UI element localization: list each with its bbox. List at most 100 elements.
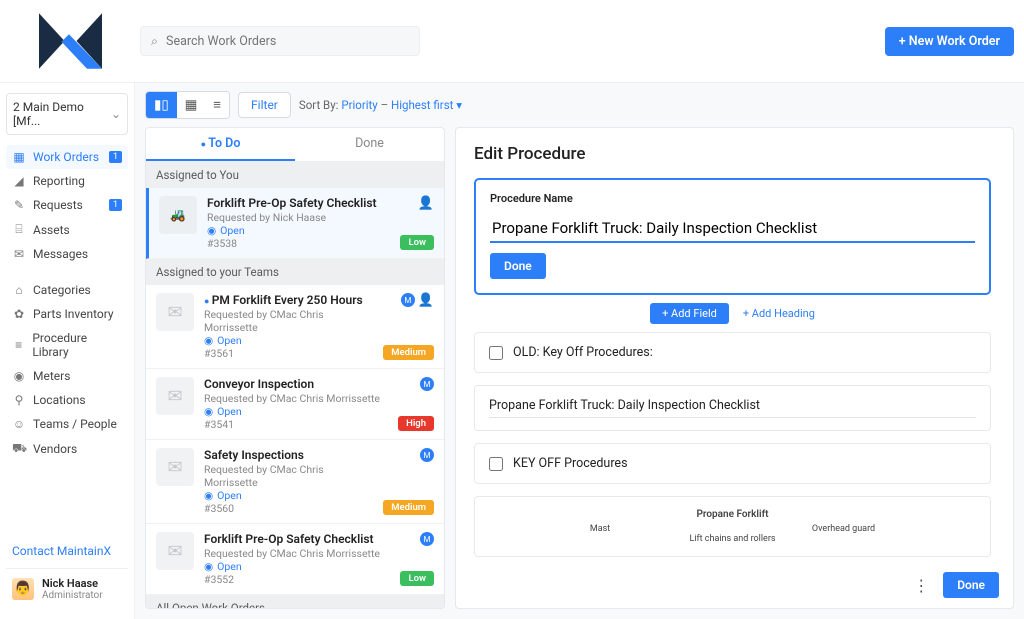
priority-pill: High — [398, 416, 434, 431]
priority-pill: Medium — [383, 500, 434, 515]
badge-icon: M — [420, 448, 434, 462]
card-thumb: ✉ — [156, 532, 194, 570]
tab-done[interactable]: Done — [295, 128, 444, 161]
work-order-card[interactable]: 🚜 Forklift Pre-Op Safety Checklist Reque… — [146, 188, 444, 259]
procedure-step[interactable]: OLD: Key Off Procedures: — [474, 332, 991, 373]
section-header: Assigned to your Teams — [146, 259, 444, 285]
sidebar-item-work-orders[interactable]: ▦Work Orders1 — [6, 145, 128, 169]
card-number: #3552 — [204, 573, 390, 586]
procedure-name-box: Procedure Name Done — [474, 178, 991, 295]
sidebar-item-messages[interactable]: ✉ Messages — [6, 242, 128, 266]
card-title: Forklift Pre-Op Safety Checklist — [207, 196, 390, 210]
sidebar-item-meters[interactable]: ◉ Meters — [6, 364, 128, 388]
nav-icon: ≡ — [12, 338, 25, 352]
nav-icon: ⛟ — [12, 441, 26, 457]
sidebar-item-requests[interactable]: ✎Requests1 — [6, 193, 128, 217]
more-menu[interactable]: ⋮ — [913, 576, 929, 595]
nav-icon: ◉ — [12, 369, 26, 383]
chevron-down-icon: ▾ — [456, 98, 462, 112]
nav-label: Assets — [33, 223, 70, 237]
view-calendar[interactable]: ▦ — [177, 92, 206, 118]
nav-label: Parts Inventory — [33, 307, 114, 321]
work-order-card[interactable]: ✉ ● PM Forklift Every 250 Hours Requeste… — [146, 285, 444, 369]
badge-icon: M — [420, 377, 434, 391]
add-heading-button[interactable]: + Add Heading — [743, 307, 815, 320]
user-icon: 👤 — [418, 196, 434, 211]
step-checkbox[interactable] — [489, 346, 503, 360]
card-title: ● PM Forklift Every 250 Hours — [204, 293, 373, 307]
nav-label: Teams / People — [33, 417, 117, 431]
nav-label: Categories — [33, 283, 91, 297]
work-order-card[interactable]: ✉ Safety Inspections Requested by CMac C… — [146, 440, 444, 524]
workspace-selector[interactable]: 2 Main Demo [Mf... ⌄ — [6, 93, 128, 135]
procedure-name-input[interactable] — [490, 215, 975, 243]
nav-icon: ◢ — [12, 174, 26, 188]
section-header: All Open Work Orders — [146, 595, 444, 608]
contact-link[interactable]: Contact MaintainX — [6, 536, 128, 566]
card-number: #3541 — [204, 418, 388, 431]
view-list[interactable]: ≡ — [205, 92, 229, 118]
sidebar-item-vendors[interactable]: ⛟Vendors — [6, 436, 128, 462]
card-title: Forklift Pre-Op Safety Checklist — [204, 532, 390, 546]
nav-icon: ▦ — [12, 150, 26, 164]
card-status: ◉ Open — [207, 224, 390, 237]
name-done-button[interactable]: Done — [490, 253, 546, 279]
priority-pill: Low — [400, 235, 434, 250]
card-thumb: 🚜 — [159, 196, 197, 234]
procedure-editor: Edit Procedure Procedure Name Done + Add… — [455, 127, 1014, 609]
view-switcher[interactable]: ▮▯ ▦ ≡ — [145, 91, 230, 119]
app-logo — [10, 6, 130, 76]
filter-button[interactable]: Filter — [238, 92, 291, 118]
work-order-list: To Do Done Assigned to You 🚜 Forklift Pr… — [145, 127, 445, 609]
editor-done-button[interactable]: Done — [943, 572, 999, 598]
card-number: #3561 — [204, 347, 373, 360]
card-title: Safety Inspections — [204, 448, 373, 462]
card-thumb: ✉ — [156, 448, 194, 486]
nav-icon: ✉ — [12, 247, 26, 261]
tab-todo[interactable]: To Do — [146, 128, 295, 161]
view-kanban[interactable]: ▮▯ — [146, 92, 177, 118]
search-bar[interactable]: ⌕ — [140, 26, 420, 56]
nav-icon: ☺ — [12, 417, 26, 431]
sidebar-item-teams-people[interactable]: ☺ Teams / People — [6, 412, 128, 436]
name-label: Procedure Name — [490, 192, 975, 205]
search-input[interactable] — [166, 34, 409, 49]
nav-icon: ⚲ — [12, 393, 26, 407]
user-menu[interactable]: 👨 Nick Haase Administrator — [6, 568, 128, 609]
sidebar-item-procedure-library[interactable]: ≡Procedure Library — [6, 326, 128, 364]
user-role: Administrator — [42, 590, 103, 601]
nav-label: Requests — [33, 198, 83, 212]
card-status: ◉ Open — [204, 334, 373, 347]
new-work-order-button[interactable]: + New Work Order — [885, 27, 1014, 56]
nav-label: Reporting — [33, 174, 85, 188]
sidebar-item-categories[interactable]: ⌂Categories — [6, 278, 128, 302]
nav-icon: ✿ — [12, 307, 26, 321]
work-order-card[interactable]: ✉ Forklift Pre-Op Safety Checklist Reque… — [146, 524, 444, 595]
badge-icon: M — [420, 532, 434, 546]
card-requester: Requested by CMac Chris Morrissette — [204, 547, 390, 560]
procedure-diagram: Propane Forklift Mast Overhead guard Lif… — [474, 496, 991, 557]
card-requester: Requested by CMac Chris Morrissette — [204, 392, 388, 405]
nav-label: Meters — [33, 369, 70, 383]
card-requester: Requested by CMac Chris Morrissette — [204, 463, 373, 489]
add-field-button[interactable]: + Add Field — [650, 303, 729, 324]
step-checkbox[interactable] — [489, 457, 503, 471]
sidebar-item-locations[interactable]: ⚲ Locations — [6, 388, 128, 412]
sidebar-item-parts-inventory[interactable]: ✿ Parts Inventory — [6, 302, 128, 326]
procedure-step[interactable]: KEY OFF Procedures — [474, 443, 991, 484]
nav-label: Messages — [33, 247, 88, 261]
procedure-heading-block[interactable]: Propane Forklift Truck: Daily Inspection… — [474, 385, 991, 431]
card-status: ◉ Open — [204, 489, 373, 502]
avatar: 👨 — [12, 578, 34, 600]
work-order-card[interactable]: ✉ Conveyor Inspection Requested by CMac … — [146, 369, 444, 440]
editor-heading: Edit Procedure — [474, 144, 995, 164]
card-requester: Requested by CMac Chris Morrissette — [204, 308, 373, 334]
nav-badge: 1 — [109, 151, 122, 163]
nav-label: Locations — [33, 393, 86, 407]
sidebar-item-assets[interactable]: ⌸Assets — [6, 217, 128, 242]
search-icon: ⌕ — [151, 33, 158, 49]
sidebar-item-reporting[interactable]: ◢ Reporting — [6, 169, 128, 193]
card-status: ◉ Open — [204, 560, 390, 573]
sort-control[interactable]: Sort By: Priority – Highest first ▾ — [299, 98, 462, 112]
card-requester: Requested by Nick Haase — [207, 211, 390, 224]
